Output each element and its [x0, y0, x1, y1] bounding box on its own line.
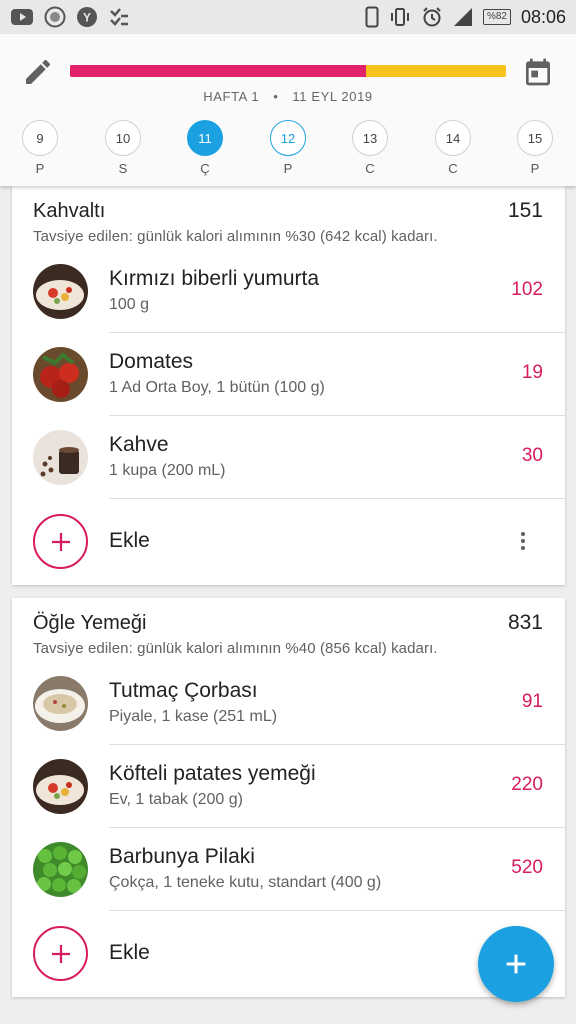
day-item[interactable]: 11 Ç [185, 120, 225, 176]
svg-text:Y: Y [83, 11, 91, 25]
add-food-button[interactable] [33, 514, 88, 569]
badge-icon [44, 6, 66, 28]
day-letter: C [365, 161, 375, 176]
vibrate-icon [390, 8, 409, 26]
food-item[interactable]: Domates 1 Ad Orta Boy, 1 bütün (100 g) 1… [12, 333, 565, 416]
add-fab-button[interactable] [478, 926, 554, 1002]
food-name: Kırmızı biberli yumurta [109, 267, 320, 290]
day-letter: P [35, 161, 45, 176]
egg-dish-photo [33, 264, 88, 319]
checklist-icon [110, 8, 128, 26]
food-portion: 100 g [109, 296, 150, 313]
food-item[interactable]: Barbunya Pilaki Çokça, 1 teneke kutu, st… [12, 828, 565, 911]
food-portion: Çokça, 1 teneke kutu, standart (400 g) [109, 874, 382, 891]
food-name: Domates [109, 350, 194, 373]
coffee-photo [33, 430, 88, 485]
food-item[interactable]: Köfteli patates yemeği Ev, 1 tabak (200 … [12, 745, 565, 828]
add-food-label: Ekle [109, 941, 150, 964]
food-kcal: 102 [511, 279, 543, 300]
day-number: 10 [105, 120, 141, 156]
day-number: 9 [22, 120, 58, 156]
day-item[interactable]: 9P [20, 120, 60, 176]
day-number: 15 [517, 120, 553, 156]
food-kcal: 520 [511, 857, 543, 878]
alarm-icon [423, 7, 441, 27]
day-number: 12 [270, 120, 306, 156]
week-date-label: HAFTA 1 • 11 EYL 2019 [0, 89, 576, 104]
day-letter: P [530, 161, 540, 176]
food-portion: Piyale, 1 kase (251 mL) [109, 708, 278, 725]
calorie-progress-bar [70, 65, 506, 77]
day-item[interactable]: 10 S [103, 120, 143, 176]
day-item[interactable]: 14 C [433, 120, 473, 176]
food-name: Barbunya Pilaki [109, 845, 255, 868]
food-item[interactable]: Kahve 1 kupa (200 mL) 30 [12, 416, 565, 499]
date-label: 11 EYL 2019 [292, 89, 373, 104]
food-kcal: 19 [521, 362, 543, 383]
day-selector: 9 P 10 S 11 Ç 12 P 13 C 14 C 15 P [0, 120, 576, 180]
meal-title: Öğle Yemeği [33, 612, 147, 634]
peas-photo [33, 842, 88, 897]
meal-card-breakfast: Kahvaltı 151 Tavsiye edilen: günlük kalo… [12, 186, 565, 585]
food-portion: 1 kupa (200 mL) [109, 462, 226, 479]
meatball-dish-photo [33, 759, 88, 814]
plus-icon [51, 944, 70, 963]
meal-card-lunch: Öğle Yemeği 831 Tavsiye edilen: günlük k… [12, 598, 565, 997]
day-number: 14 [435, 120, 471, 156]
add-food-button[interactable] [33, 926, 88, 981]
day-letter: S [118, 161, 128, 176]
phone-icon [365, 6, 379, 28]
soup-photo [33, 676, 88, 731]
day-header: HAFTA 1 • 11 EYL 2019 9 P 10 S 11 Ç 12 P 13 C 14 C 15 P [0, 34, 576, 186]
day-letter: C [448, 161, 458, 176]
edit-icon[interactable] [22, 56, 54, 88]
meal-header: Kahvaltı 151 Tavsiye edilen: günlük kalo… [12, 186, 565, 250]
day-letter: P [283, 161, 293, 176]
signal-icon [453, 8, 472, 26]
meal-header: Öğle Yemeği 831 Tavsiye edilen: günlük k… [12, 598, 565, 662]
meal-total-kcal: 831 [507, 611, 543, 634]
clock: 08:06 [520, 6, 566, 27]
food-item[interactable]: Tutmaç Çorbası Piyale, 1 kase (251 mL) 9… [12, 662, 565, 745]
separator-dot: • [273, 89, 279, 104]
food-portion: Ev, 1 tabak (200 g) [109, 791, 243, 808]
tomatoes-photo [33, 347, 88, 402]
yandex-icon: Y [77, 7, 97, 27]
food-kcal: 220 [511, 774, 543, 795]
meal-recommendation: Tavsiye edilen: günlük kalori alımının %… [33, 640, 438, 657]
food-kcal: 30 [521, 445, 543, 466]
plus-icon [51, 532, 70, 551]
week-label: HAFTA 1 [203, 89, 260, 104]
food-item[interactable]: Kırmızı biberli yumurta 100 g 102 [12, 250, 565, 333]
food-name: Köfteli patates yemeği [109, 762, 316, 785]
day-item[interactable]: 15 P [515, 120, 555, 176]
add-food-row[interactable]: Ekle [12, 499, 565, 585]
day-item[interactable]: 13 C [350, 120, 390, 176]
day-number: 11 [187, 120, 223, 156]
meal-recommendation: Tavsiye edilen: günlük kalori alımının %… [33, 228, 438, 245]
calorie-progress-fill [70, 65, 367, 77]
add-food-label: Ekle [109, 529, 150, 552]
youtube-icon [11, 9, 33, 25]
calendar-icon[interactable] [522, 56, 554, 88]
plus-icon [506, 954, 526, 974]
status-bar: Y %82 08:06 [0, 0, 576, 34]
day-letter: Ç [200, 161, 210, 176]
food-portion: 1 Ad Orta Boy, 1 bütün (100 g) [109, 379, 325, 396]
day-item[interactable]: 12 P [268, 120, 308, 176]
battery-indicator: %82 [482, 9, 511, 25]
food-name: Tutmaç Çorbası [109, 679, 258, 702]
meal-total-kcal: 151 [507, 199, 543, 222]
more-vert-icon[interactable] [511, 529, 535, 553]
food-name: Kahve [109, 433, 169, 456]
food-kcal: 91 [521, 691, 543, 712]
day-number: 13 [352, 120, 388, 156]
meal-title: Kahvaltı [33, 200, 106, 222]
